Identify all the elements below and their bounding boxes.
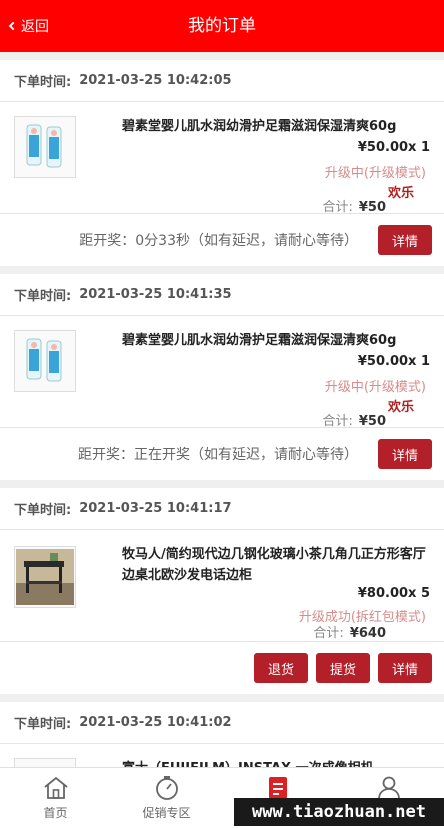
price-quantity: ¥50.00x 1 [357,354,430,369]
tab-promotions-label: 促销专区 [142,806,191,820]
product-image[interactable] [14,546,76,608]
order-time-label: 下单时间: [14,75,72,90]
product-name: 富士（FUJIFILM）INSTAX 一次成像相机 [122,758,430,767]
order-time: 2021-03-25 10:42:05 [79,73,232,88]
product-name: 碧素堂婴儿肌水润幼滑护足霜滋润保湿清爽60g [122,119,397,134]
order-item[interactable]: 牧马人/简约现代边几钢化玻璃小茶几角几正方形客厅边桌北欧沙发电话边柜 ¥80.0… [0,530,444,642]
divider [0,266,444,274]
order-actions: 退货 提货 详情 [0,642,444,694]
price-quantity: ¥50.00x 1 [357,140,430,155]
home-icon [43,776,68,799]
details-button[interactable]: 详情 [377,225,432,255]
product-name: 碧素堂婴儿肌水润幼滑护足霜滋润保湿清爽60g [122,333,397,348]
order-time-label: 下单时间: [14,289,72,304]
order-item[interactable]: 碧素堂婴儿肌水润幼滑护足霜滋润保湿清爽60g ¥50.00x 1 升级中(升级模… [0,316,444,429]
order-time-row: 下单时间: 2021-03-25 10:41:17 [0,488,444,530]
details-button[interactable]: 详情 [377,653,432,683]
pickup-button[interactable]: 提货 [315,653,370,683]
order-time-row: 下单时间: 2021-03-25 10:42:05 [0,60,444,102]
order-total: 合计: ¥640 [313,622,386,641]
total-amount: ¥640 [349,626,386,641]
price-quantity: ¥80.00x 5 [357,586,430,601]
tab-promotions[interactable]: 促销专区 [111,768,222,828]
order-total: 合计: ¥50 [322,410,386,429]
return-button[interactable]: 退货 [253,653,308,683]
order-item[interactable]: 碧素堂婴儿肌水润幼滑护足霜滋润保湿清爽60g ¥50.00x 1 升级中(升级模… [0,102,444,215]
nickname: 欢乐 [387,186,414,201]
total-amount: ¥50 [358,414,386,429]
page-title: 我的订单 [188,16,256,36]
status-text: 升级中(升级模式) [324,380,426,395]
cream-tube-image [26,338,62,382]
tab-home[interactable]: 首页 [0,768,111,828]
total-amount: ¥50 [358,200,386,215]
total-label: 合计: [313,626,344,641]
side-table-image [16,549,74,605]
countdown-text: 距开奖：0分33秒（如有延迟，请耐心等待） [79,233,358,249]
product-image[interactable] [14,116,76,178]
order-card: 下单时间: 2021-03-25 10:41:35 碧素堂婴儿肌水润幼滑护足霜滋… [0,266,444,480]
product-name: 牧马人/简约现代边几钢化玻璃小茶几角几正方形客厅边桌北欧沙发电话边柜 [122,547,426,583]
order-time-row: 下单时间: 2021-03-25 10:41:02 [0,702,444,744]
nickname: 欢乐 [387,400,414,415]
order-time-label: 下单时间: [14,717,72,732]
order-actions: 距开奖：0分33秒（如有延迟，请耐心等待） 详情 [0,214,444,266]
timer-icon [155,776,178,800]
countdown-text: 距开奖：正在开奖（如有延迟，请耐心等待） [77,447,358,463]
tab-home-label: 首页 [43,806,68,820]
order-card: 下单时间: 2021-03-25 10:41:02 富士（FUJIFILM）IN… [0,694,444,767]
order-time: 2021-03-25 10:41:17 [79,501,232,516]
order-card: 下单时间: 2021-03-25 10:42:05 碧素堂婴儿肌水润幼滑护足霜滋… [0,52,444,266]
order-time: 2021-03-25 10:41:35 [79,287,232,302]
order-list[interactable]: 下单时间: 2021-03-25 10:42:05 碧素堂婴儿肌水润幼滑护足霜滋… [0,52,444,767]
order-card: 下单时间: 2021-03-25 10:41:17 牧马人/简约现代边几钢化玻璃… [0,480,444,694]
total-label: 合计: [322,200,353,215]
product-image[interactable] [14,758,76,767]
watermark: www.tiaozhuan.net [234,798,444,826]
order-time-label: 下单时间: [14,503,72,518]
order-time: 2021-03-25 10:41:02 [79,715,232,730]
total-label: 合计: [322,414,353,429]
order-actions: 距开奖：正在开奖（如有延迟，请耐心等待） 详情 [0,428,444,480]
cream-tube-image [26,124,62,168]
divider [0,694,444,702]
status-text: 升级中(升级模式) [324,166,426,181]
order-item[interactable]: 富士（FUJIFILM）INSTAX 一次成像相机 [0,744,444,767]
order-time-row: 下单时间: 2021-03-25 10:41:35 [0,274,444,316]
product-image[interactable] [14,330,76,392]
header-bar: 返回 我的订单 [0,0,444,52]
order-total: 合计: ¥50 [322,196,386,215]
divider [0,480,444,488]
details-button[interactable]: 详情 [377,439,432,469]
divider [0,52,444,60]
